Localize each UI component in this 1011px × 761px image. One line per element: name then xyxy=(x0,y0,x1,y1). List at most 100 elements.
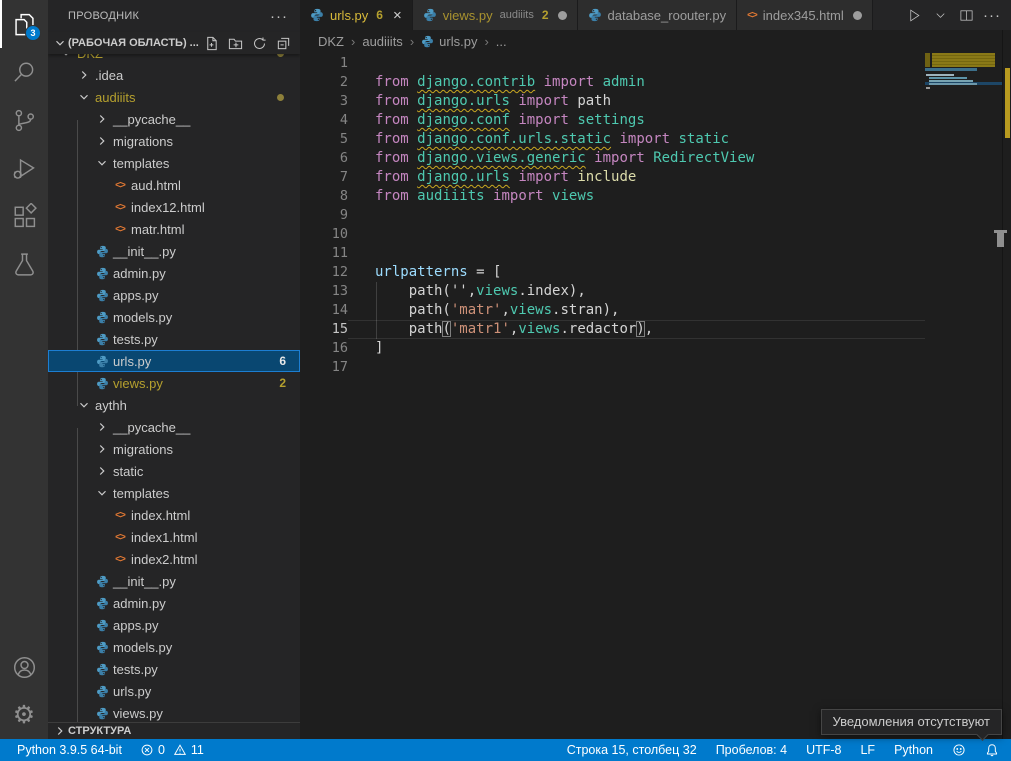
activity-extensions-button[interactable] xyxy=(0,192,48,240)
sidebar-more-actions-icon[interactable]: ··· xyxy=(270,8,288,25)
code-line-13[interactable]: 13 path('',views.index), xyxy=(300,282,925,301)
code-line-1[interactable]: 1 xyxy=(300,54,925,73)
breadcrumb-item[interactable]: ... xyxy=(496,34,507,49)
more-icon[interactable]: ··· xyxy=(981,4,1003,26)
code-line-3[interactable]: 3from django.urls import path xyxy=(300,92,925,111)
close-icon[interactable]: × xyxy=(393,8,402,23)
workspace-section-header[interactable]: (РАБОЧАЯ ОБЛАСТЬ) ... xyxy=(48,32,300,54)
split-editor-button[interactable] xyxy=(955,4,977,26)
tree-file-apps-py[interactable]: apps.py xyxy=(48,614,300,636)
status-bell-button[interactable] xyxy=(985,743,999,757)
code-line-10[interactable]: 10 xyxy=(300,225,925,244)
activity-run-debug-button[interactable] xyxy=(0,144,48,192)
code-line-16[interactable]: 16] xyxy=(300,339,925,358)
tree-file-tests-py[interactable]: tests.py xyxy=(48,658,300,680)
tree-file-models-py[interactable]: models.py xyxy=(48,636,300,658)
status-item[interactable]: Python xyxy=(894,743,933,757)
tree-folder-dkz[interactable]: DKZ xyxy=(48,54,300,64)
python-interpreter-status[interactable]: Python 3.9.5 64-bit xyxy=(17,743,122,757)
tree-folder-templates[interactable]: templates xyxy=(48,152,300,174)
tree-file-index2-html[interactable]: <>index2.html xyxy=(48,548,300,570)
python-file-icon xyxy=(94,287,110,303)
tab-index345-html[interactable]: <>index345.html xyxy=(737,0,873,30)
activity-account-button[interactable] xyxy=(0,643,48,691)
unsaved-dot-icon[interactable] xyxy=(853,11,862,20)
status-item[interactable]: LF xyxy=(860,743,875,757)
breadcrumb-item[interactable]: audiiits xyxy=(362,34,402,49)
refresh-icon[interactable] xyxy=(250,34,268,52)
unsaved-dot-icon[interactable] xyxy=(558,11,567,20)
activity-explorer-button[interactable]: 3 xyxy=(0,0,48,48)
activity-search-button[interactable] xyxy=(0,48,48,96)
chevron-down-icon xyxy=(94,155,110,171)
activity-source-control-button[interactable] xyxy=(0,96,48,144)
code-line-14[interactable]: 14 path('matr',views.stran), xyxy=(300,301,925,320)
tree-item-label: admin.py xyxy=(113,596,166,611)
minimap[interactable] xyxy=(925,52,1003,739)
activity-bar: 3 ⚙ xyxy=(0,0,48,739)
tree-folder-migrations[interactable]: migrations xyxy=(48,130,300,152)
tab-label: views.py xyxy=(443,8,493,23)
tree-file-index-html[interactable]: <>index.html xyxy=(48,504,300,526)
chevron-down-button[interactable] xyxy=(929,4,951,26)
breadcrumb-separator: › xyxy=(484,34,488,49)
status-item[interactable]: Строка 15, столбец 32 xyxy=(567,743,697,757)
scrollbar-thumb[interactable] xyxy=(997,233,1004,247)
activity-testing-button[interactable] xyxy=(0,240,48,288)
outline-section-header[interactable]: СТРУКТУРА xyxy=(48,722,300,739)
code-line-7[interactable]: 7from django.urls import include xyxy=(300,168,925,187)
tree-item-label: templates xyxy=(113,486,169,501)
python-file-icon xyxy=(310,8,324,22)
code-line-11[interactable]: 11 xyxy=(300,244,925,263)
tree-file-index12-html[interactable]: <>index12.html xyxy=(48,196,300,218)
new-file-icon[interactable] xyxy=(202,34,220,52)
tree-file-matr-html[interactable]: <>matr.html xyxy=(48,218,300,240)
collapse-all-icon[interactable] xyxy=(274,34,292,52)
tree-folder--idea[interactable]: .idea xyxy=(48,64,300,86)
tree-folder-migrations[interactable]: migrations xyxy=(48,438,300,460)
breadcrumb-item[interactable]: DKZ xyxy=(318,34,344,49)
tree-file-apps-py[interactable]: apps.py xyxy=(48,284,300,306)
status-feedback-button[interactable] xyxy=(952,743,966,757)
tree-folder-templates[interactable]: templates xyxy=(48,482,300,504)
tree-file--init-py[interactable]: __init__.py xyxy=(48,240,300,262)
problems-status[interactable]: 0 11 xyxy=(140,743,204,757)
tree-file-urls-py[interactable]: urls.py6 xyxy=(48,350,300,372)
tree-folder--pycache-[interactable]: __pycache__ xyxy=(48,416,300,438)
tree-file-urls-py[interactable]: urls.py xyxy=(48,680,300,702)
code-line-15[interactable]: 15 path('matr1',views.redactor), xyxy=(300,320,925,339)
tab-views-py[interactable]: views.pyaudiiits2 xyxy=(413,0,578,30)
tree-file-admin-py[interactable]: admin.py xyxy=(48,592,300,614)
tree-file-aud-html[interactable]: <>aud.html xyxy=(48,174,300,196)
code-line-2[interactable]: 2from django.contrib import admin xyxy=(300,73,925,92)
tree-folder-aythh[interactable]: aythh xyxy=(48,394,300,416)
code-line-6[interactable]: 6from django.views.generic import Redire… xyxy=(300,149,925,168)
activity-settings-button[interactable]: ⚙ xyxy=(0,691,48,739)
code-line-4[interactable]: 4from django.conf import settings xyxy=(300,111,925,130)
minimap-warning-block xyxy=(932,53,995,67)
status-item[interactable]: Пробелов: 4 xyxy=(716,743,787,757)
notifications-tooltip-text: Уведомления отсутствуют xyxy=(833,714,990,729)
tab-database-roouter-py[interactable]: database_roouter.py xyxy=(578,0,738,30)
tab-urls-py[interactable]: urls.py6× xyxy=(300,0,413,30)
tree-file-views-py[interactable]: views.py xyxy=(48,702,300,722)
tree-folder-audiiits[interactable]: audiiits xyxy=(48,86,300,108)
tree-file-views-py[interactable]: views.py2 xyxy=(48,372,300,394)
tree-folder--pycache-[interactable]: __pycache__ xyxy=(48,108,300,130)
run-button[interactable] xyxy=(903,4,925,26)
tree-folder-static[interactable]: static xyxy=(48,460,300,482)
code-line-8[interactable]: 8from audiiits import views xyxy=(300,187,925,206)
tree-file-admin-py[interactable]: admin.py xyxy=(48,262,300,284)
code-line-5[interactable]: 5from django.conf.urls.static import sta… xyxy=(300,130,925,149)
breadcrumb-item[interactable]: urls.py xyxy=(421,34,477,49)
tree-file-models-py[interactable]: models.py xyxy=(48,306,300,328)
code-line-17[interactable]: 17 xyxy=(300,358,925,377)
status-item[interactable]: UTF-8 xyxy=(806,743,841,757)
tree-file-index1-html[interactable]: <>index1.html xyxy=(48,526,300,548)
code-editor[interactable]: 12from django.contrib import admin3from … xyxy=(300,54,925,377)
new-folder-icon[interactable] xyxy=(226,34,244,52)
code-line-9[interactable]: 9 xyxy=(300,206,925,225)
tree-file--init-py[interactable]: __init__.py xyxy=(48,570,300,592)
code-line-12[interactable]: 12urlpatterns = [ xyxy=(300,263,925,282)
tree-file-tests-py[interactable]: tests.py xyxy=(48,328,300,350)
